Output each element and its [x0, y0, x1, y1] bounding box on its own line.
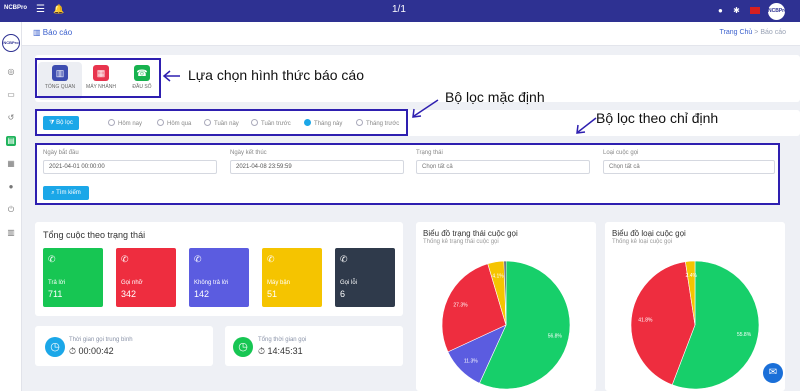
power-icon[interactable]: ⏻: [6, 205, 16, 215]
pie-slice-label: 55.8%: [737, 332, 752, 338]
status-card-error[interactable]: ✆ Gọi lỗi 6: [335, 248, 395, 307]
annotation-report-type: Lựa chọn hình thức báo cáo: [188, 67, 364, 83]
page-title: ▥ Báo cáo: [33, 28, 72, 37]
monitor-icon[interactable]: ▭: [6, 90, 16, 100]
annotation-arrow: [162, 70, 180, 82]
phone-error-icon: ✆: [340, 254, 348, 264]
avg-time-label: Thời gian gọi trung bình: [69, 337, 133, 343]
app-logo[interactable]: NCBPro: [4, 5, 27, 11]
status-card-missed[interactable]: ✆ Gọi nhỡ 342: [116, 248, 176, 307]
pie-slice-label: 4.1%: [492, 274, 504, 280]
avg-time-text: 00:00:42: [78, 346, 114, 356]
chart-subtitle: Thống kê trạng thái cuộc gọi: [423, 239, 499, 245]
call-type-pie-chart: 55.8% 41.8% 2.4%: [630, 260, 760, 390]
sidebar: NCBPro ◎ ▭ ↺ ▤ ▦ ● ⏻ ▥: [0, 22, 22, 391]
pie-slice-label: 56.8%: [548, 334, 563, 340]
pie-slice-label: 2.4%: [686, 273, 698, 279]
status-card-label: Gọi nhỡ: [121, 280, 143, 286]
avatar[interactable]: NCBPro: [768, 3, 787, 20]
bell-icon[interactable]: 🔔: [53, 4, 64, 15]
annotation-custom-filter: Bộ lọc theo chỉ định: [596, 110, 719, 126]
status-card-value: 342: [121, 289, 137, 299]
dashboard-icon[interactable]: ◎: [6, 67, 16, 77]
breadcrumb-home[interactable]: Trang Chủ: [720, 29, 753, 36]
status-card-busy[interactable]: ✆ Máy bận 51: [262, 248, 322, 307]
top-bar: NCBPro ☰ 🔔 1/1 ● ✱ NCBPro: [0, 0, 800, 22]
annotation-box-default-filter: [35, 109, 408, 136]
call-status-pie-chart: 56.8% 11.3% 27.3% 4.1%: [441, 260, 571, 390]
page-indicator: 1/1: [392, 4, 406, 15]
chat-icon: ✉: [768, 367, 778, 378]
sidebar-logo[interactable]: NCBPro: [2, 34, 20, 52]
status-card-value: 6: [340, 289, 346, 299]
top-icons: ● ✱: [718, 6, 768, 15]
clock-icon: ◷: [233, 337, 253, 357]
chat-button[interactable]: ✉: [763, 363, 783, 383]
annotation-default-filter: Bộ lọc mặc định: [445, 89, 545, 105]
contacts-icon[interactable]: ▦: [6, 159, 16, 169]
chart-title: Biểu đồ loại cuộc gọi: [612, 229, 686, 238]
total-time-value: ⏱ 14:45:31: [258, 346, 303, 357]
status-card-label: Trả lời: [48, 280, 66, 286]
phone-busy-icon: ✆: [267, 254, 275, 264]
chart-subtitle: Thống kê loại cuộc gọi: [612, 239, 673, 245]
pie-slice-label: 41.8%: [638, 318, 653, 324]
annotation-arrow: [576, 117, 597, 134]
status-card-label: Máy bận: [267, 280, 291, 286]
annotation-box-custom-filter: [35, 143, 780, 205]
report-icon[interactable]: ▤: [6, 136, 16, 146]
pie-slice-label: 27.3%: [453, 302, 468, 308]
pie-slice-label: 11.3%: [464, 358, 478, 364]
status-dot-icon[interactable]: ●: [718, 6, 723, 15]
status-card-value: 711: [48, 289, 63, 299]
status-card-value: 142: [194, 289, 210, 299]
stopwatch-icon: ⏱: [258, 346, 266, 356]
phone-icon: ✆: [48, 254, 56, 264]
total-time-text: 14:45:31: [267, 346, 303, 356]
book-icon[interactable]: ▥: [6, 228, 16, 238]
status-card-label: Không trả lời: [194, 280, 229, 286]
chart-title: Biểu đồ trạng thái cuộc gọi: [423, 229, 518, 238]
stopwatch-icon: ⏱: [69, 346, 77, 356]
annotation-box-report-type: [35, 58, 161, 98]
total-time-label: Tổng thời gian gọi: [258, 337, 307, 343]
clock-icon: ◷: [45, 337, 65, 357]
settings-icon[interactable]: ✱: [733, 6, 740, 15]
flag-icon[interactable]: [750, 7, 761, 15]
history-icon[interactable]: ↺: [6, 113, 16, 123]
avg-time-value: ⏱ 00:00:42: [69, 346, 114, 357]
page-title-text: Báo cáo: [42, 28, 73, 37]
chart-icon: ▥: [33, 28, 43, 37]
status-card-no-answer[interactable]: ✆ Không trả lời 142: [189, 248, 249, 307]
annotation-arrow: [412, 99, 439, 118]
phone-icon: ✆: [194, 254, 202, 264]
header-bar: ▥ Báo cáo Trang Chủ > Báo cáo: [22, 22, 800, 46]
breadcrumb-current: Báo cáo: [760, 29, 786, 36]
user-icon[interactable]: ●: [6, 182, 16, 192]
missed-call-icon: ✆: [121, 254, 129, 264]
status-summary-title: Tổng cuộc theo trạng thái: [43, 230, 146, 240]
menu-icon[interactable]: ☰: [36, 4, 45, 15]
status-card-value: 51: [267, 289, 278, 299]
breadcrumb: Trang Chủ > Báo cáo: [720, 29, 786, 36]
status-card-answered[interactable]: ✆ Trả lời 711: [43, 248, 103, 307]
status-card-label: Gọi lỗi: [340, 280, 358, 286]
